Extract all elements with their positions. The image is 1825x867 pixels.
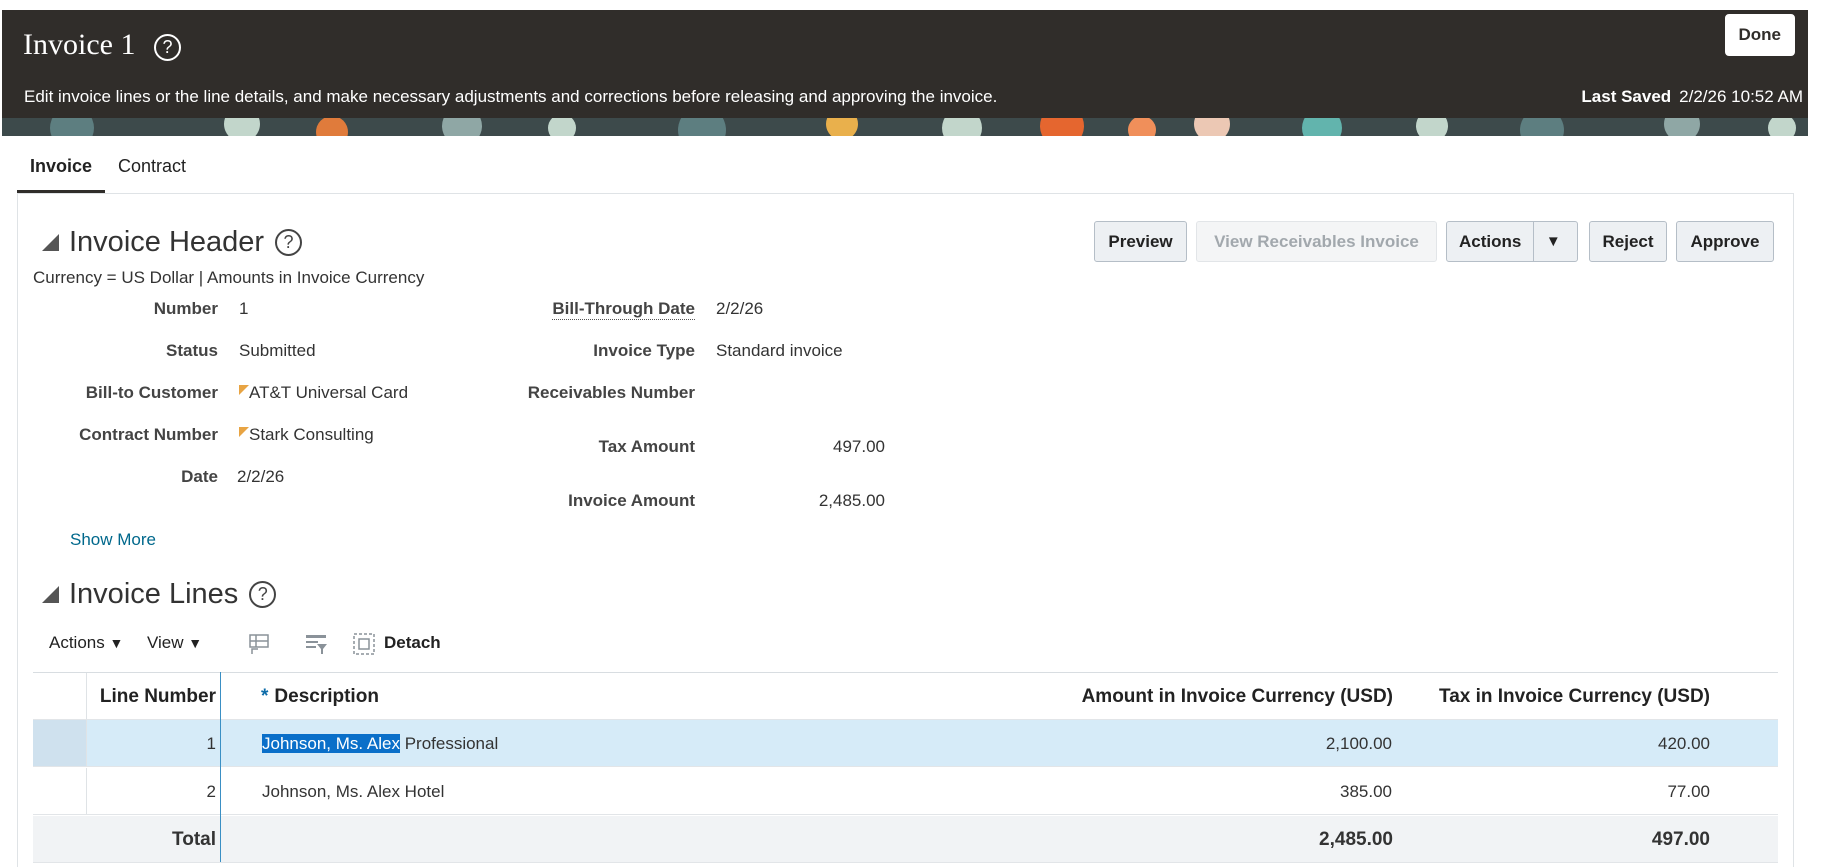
table-row[interactable]: 1 Johnson, Ms. Alex Professional 2,100.0… xyxy=(33,720,1778,767)
date-value: 2/2/26 xyxy=(237,467,285,486)
bill-to-customer-value[interactable]: AT&T Universal Card xyxy=(239,383,408,403)
selected-text: Johnson, Ms. Alex xyxy=(262,734,400,753)
bill-to-customer-label: Bill-to Customer xyxy=(85,383,218,402)
last-saved-label: Last Saved xyxy=(1581,87,1672,106)
frozen-column-divider xyxy=(220,672,221,862)
amount-cell: 2,100.00 xyxy=(1325,734,1392,753)
detach-button[interactable]: Detach xyxy=(384,633,441,653)
help-icon[interactable]: ? xyxy=(275,229,303,256)
actions-button-label[interactable]: Actions xyxy=(1447,222,1533,261)
column-header-line-number[interactable]: Line Number xyxy=(100,673,216,719)
tab-contract[interactable]: Contract xyxy=(105,150,199,194)
last-saved-value: 2/2/26 10:52 AM xyxy=(1679,87,1803,106)
contract-number-value[interactable]: Stark Consulting xyxy=(239,425,374,445)
bill-through-date-label: Bill-Through Date xyxy=(552,299,695,320)
tax-amount-label: Tax Amount xyxy=(598,437,695,456)
page-header-banner xyxy=(2,10,1808,136)
description-cell[interactable]: Johnson, Ms. Alex Professional xyxy=(262,720,498,766)
dropdown-arrow-icon[interactable]: ▼ xyxy=(109,635,123,651)
preview-button[interactable]: Preview xyxy=(1094,221,1187,262)
decorative-banner-art xyxy=(2,118,1808,136)
invoice-header-title: Invoice Header xyxy=(69,226,265,258)
done-button[interactable]: Done xyxy=(1724,14,1795,56)
invoice-lines-title: Invoice Lines xyxy=(69,578,239,610)
tax-cell: 420.00 xyxy=(1658,734,1710,753)
actions-menu-button[interactable]: Actions ▼ xyxy=(1446,221,1578,262)
page-instructions: Edit invoice lines or the line details, … xyxy=(24,87,998,106)
required-marker: * xyxy=(261,686,269,707)
tab-bar: Invoice Contract xyxy=(17,150,199,194)
show-more-link[interactable]: Show More xyxy=(70,530,156,550)
invoice-header-section-head: Invoice Header ? xyxy=(42,226,303,259)
total-amount: 2,485.00 xyxy=(1319,829,1393,850)
tab-invoice[interactable]: Invoice xyxy=(17,150,106,194)
tax-cell: 77.00 xyxy=(1667,782,1710,801)
dropdown-arrow-icon[interactable]: ▼ xyxy=(1533,222,1572,261)
status-value: Submitted xyxy=(239,341,316,360)
table-header-row: Line Number * Description Amount in Invoi… xyxy=(33,672,1778,720)
detach-icon[interactable] xyxy=(352,632,376,656)
line-number-cell: 2 xyxy=(206,782,216,801)
view-receivables-invoice-button[interactable]: View Receivables Invoice xyxy=(1196,221,1437,262)
description-cell[interactable]: Johnson, Ms. Alex Hotel xyxy=(262,768,444,814)
help-icon[interactable]: ? xyxy=(154,34,181,61)
bill-to-customer-text[interactable]: AT&T Universal Card xyxy=(249,383,408,402)
row-selector[interactable] xyxy=(33,768,87,814)
flag-icon xyxy=(239,427,249,437)
invoice-type-value: Standard invoice xyxy=(716,341,843,360)
flag-icon xyxy=(239,385,249,395)
total-label: Total xyxy=(172,829,216,850)
tax-amount-value: 497.00 xyxy=(833,437,885,456)
collapse-triangle-icon[interactable] xyxy=(42,234,59,251)
collapse-triangle-icon[interactable] xyxy=(42,586,59,603)
lines-view-menu[interactable]: View ▼ xyxy=(147,633,202,653)
column-header-description-label[interactable]: Description xyxy=(274,686,379,707)
invoice-type-label: Invoice Type xyxy=(593,341,695,360)
total-tax: 497.00 xyxy=(1651,829,1710,850)
contract-number-text[interactable]: Stark Consulting xyxy=(249,425,374,444)
last-saved: Last Saved 2/2/26 10:52 AM xyxy=(1581,87,1803,107)
number-value: 1 xyxy=(239,299,249,318)
column-header-amount[interactable]: Amount in Invoice Currency (USD) xyxy=(1082,673,1393,719)
invoice-amount-value: 2,485.00 xyxy=(818,491,885,510)
row-selector[interactable] xyxy=(33,720,87,766)
reject-button[interactable]: Reject xyxy=(1589,221,1667,262)
lines-actions-menu[interactable]: Actions ▼ xyxy=(49,633,123,653)
table-total-row: Total 2,485.00 497.00 xyxy=(33,816,1778,863)
contract-number-label: Contract Number xyxy=(79,425,218,444)
page-title: Invoice 1 xyxy=(23,28,136,61)
table-row[interactable]: 2 Johnson, Ms. Alex Hotel 385.00 77.00 xyxy=(33,768,1778,815)
bill-through-date-value: 2/2/26 xyxy=(716,299,764,318)
dropdown-arrow-icon[interactable]: ▼ xyxy=(188,635,202,651)
approve-button[interactable]: Approve xyxy=(1676,221,1774,262)
column-header-tax[interactable]: Tax in Invoice Currency (USD) xyxy=(1439,673,1710,719)
row-selector-header xyxy=(33,673,87,719)
invoice-lines-section-head: Invoice Lines ? xyxy=(42,578,277,611)
date-label: Date xyxy=(181,467,218,486)
number-label: Number xyxy=(153,299,218,318)
lines-view-label[interactable]: View xyxy=(147,633,184,652)
status-label: Status xyxy=(166,341,218,360)
line-number-cell: 1 xyxy=(206,734,216,753)
query-by-example-icon[interactable] xyxy=(304,632,328,656)
description-rest: Johnson, Ms. Alex Hotel xyxy=(262,782,445,801)
help-icon[interactable]: ? xyxy=(249,581,277,608)
invoice-amount-label: Invoice Amount xyxy=(568,491,695,510)
amount-cell: 385.00 xyxy=(1340,782,1392,801)
column-header-description[interactable]: * Description xyxy=(261,673,379,719)
lines-actions-label[interactable]: Actions xyxy=(49,633,105,652)
description-rest: Professional xyxy=(399,734,499,753)
receivables-number-label: Receivables Number xyxy=(527,383,695,402)
currency-note: Currency = US Dollar | Amounts in Invoic… xyxy=(33,268,425,287)
freeze-columns-icon[interactable] xyxy=(247,632,271,656)
